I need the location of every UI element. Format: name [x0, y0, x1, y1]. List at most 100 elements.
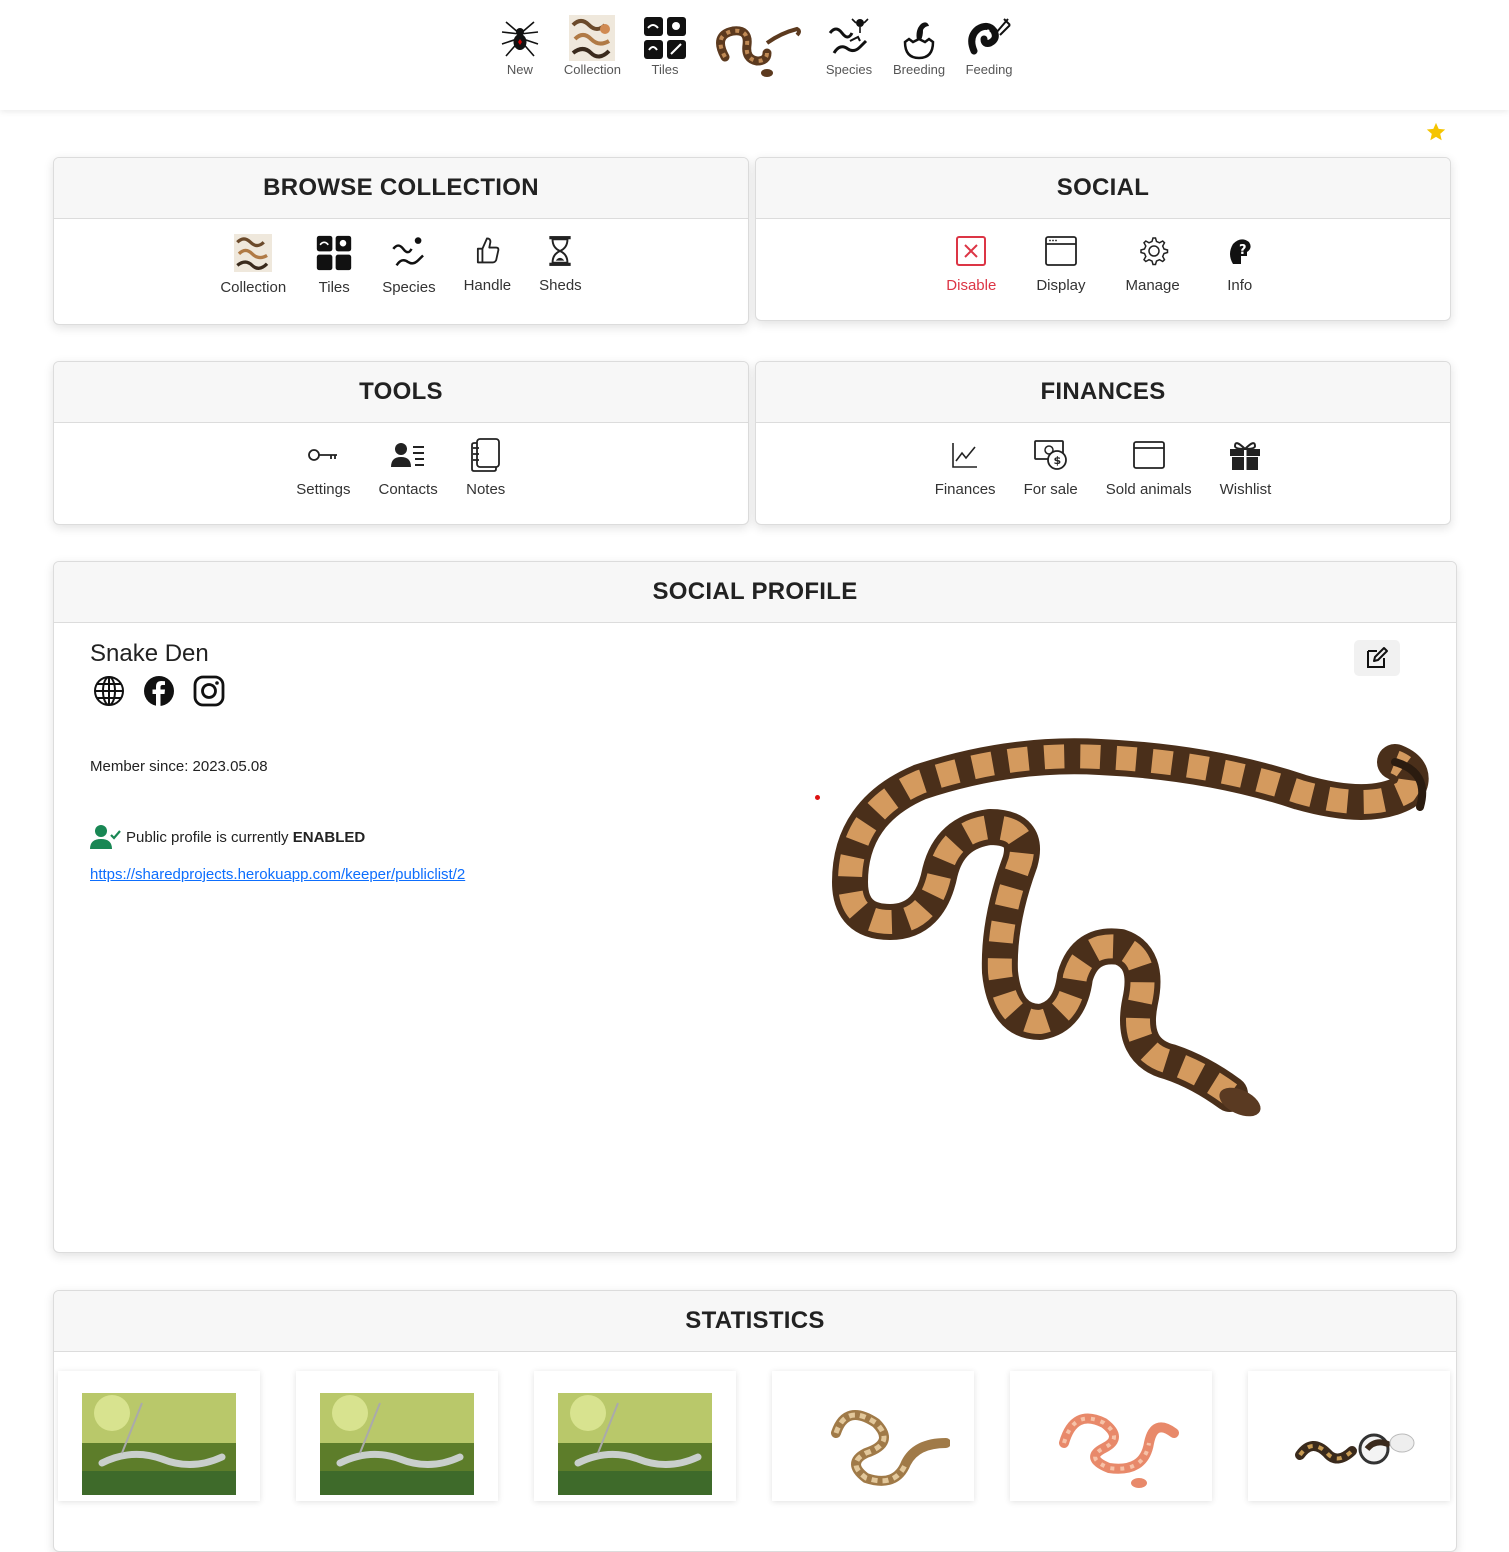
hatching-egg-icon	[895, 14, 943, 62]
spider-icon	[496, 14, 544, 62]
instagram-icon[interactable]	[192, 674, 226, 708]
stat-item[interactable]	[534, 1371, 736, 1501]
edit-icon	[1367, 647, 1388, 668]
nav-label: Species	[825, 62, 873, 77]
thumbs-up-icon	[467, 231, 507, 271]
nav-label: Feeding	[965, 62, 1013, 77]
window-icon	[1041, 231, 1081, 271]
finances-wishlist-button[interactable]: Wishlist	[1219, 435, 1272, 498]
finances-items: Finances $ For sale Sold animals Wishlis…	[756, 423, 1450, 498]
social-items: Disable Display Manage ? Info	[756, 219, 1450, 294]
card-title: BROWSE COLLECTION	[54, 158, 748, 219]
hourglass-icon	[540, 231, 580, 271]
question-head-icon: ?	[1220, 231, 1260, 271]
snake-logo[interactable]	[711, 14, 803, 84]
edit-profile-button[interactable]	[1354, 640, 1400, 676]
tools-notes-button[interactable]: Notes	[466, 435, 506, 498]
profile-snake-image	[832, 738, 1429, 1117]
nav-label: Breeding	[893, 62, 946, 77]
green-snake-photo	[320, 1393, 474, 1495]
nav-label: New	[506, 62, 533, 77]
collection-snakes-icon	[233, 233, 273, 273]
gear-icon	[1133, 231, 1173, 271]
svg-text:?: ?	[1239, 243, 1247, 258]
card-title: TOOLS	[54, 362, 748, 423]
top-navbar: New Collection Tiles Species Breeding Fe…	[0, 0, 1509, 110]
browse-sheds-button[interactable]: Sheds	[539, 231, 582, 294]
tool-label: Settings	[296, 481, 351, 498]
collection-snakes-icon	[568, 14, 616, 62]
tan-python-photo	[796, 1393, 950, 1495]
tool-label: Manage	[1125, 277, 1180, 294]
nav-label: Collection	[563, 62, 622, 77]
social-info-button[interactable]: ? Info	[1220, 231, 1260, 294]
tool-label: Species	[382, 279, 436, 296]
stat-item[interactable]	[58, 1371, 260, 1501]
nav-collection[interactable]: Collection	[554, 14, 631, 77]
nav-feeding[interactable]: Feeding	[955, 14, 1023, 77]
star-icon[interactable]	[1425, 121, 1447, 143]
nav-breeding[interactable]: Breeding	[883, 14, 955, 77]
social-display-button[interactable]: Display	[1036, 231, 1086, 294]
x-square-icon	[951, 231, 991, 271]
notes-icon	[466, 435, 506, 475]
tool-label: Info	[1227, 277, 1253, 294]
profile-name: Snake Den	[90, 640, 209, 667]
finances-for-sale-button[interactable]: $ For sale	[1024, 435, 1078, 498]
tools-card: TOOLS Settings Contacts Notes	[53, 361, 749, 525]
nav-items: New Collection Tiles Species Breeding Fe…	[486, 14, 1023, 84]
nav-species[interactable]: Species	[815, 14, 883, 77]
indicator-dot	[815, 795, 820, 800]
tool-label: Handle	[463, 277, 512, 294]
card-title: STATISTICS	[54, 1291, 1456, 1352]
tool-label: Contacts	[378, 481, 438, 498]
tiles-icon	[314, 233, 354, 273]
tools-items: Settings Contacts Notes	[54, 423, 748, 498]
tool-label: Sheds	[539, 277, 582, 294]
finances-finances-button[interactable]: Finances	[935, 435, 996, 498]
nav-tiles[interactable]: Tiles	[631, 14, 699, 77]
tool-label: Collection	[220, 279, 287, 296]
public-status-value: ENABLED	[292, 828, 366, 846]
cash-icon: $	[1031, 435, 1071, 475]
card-title: FINANCES	[756, 362, 1450, 423]
green-snake-photo	[82, 1393, 236, 1495]
social-manage-button[interactable]: Manage	[1126, 231, 1180, 294]
stat-item[interactable]	[1248, 1371, 1450, 1501]
tool-label: Sold animals	[1105, 481, 1192, 498]
tools-settings-button[interactable]: Settings	[296, 435, 351, 498]
social-card: SOCIAL Disable Display Manage ? Info	[755, 157, 1451, 321]
globe-icon[interactable]	[92, 674, 126, 708]
gift-icon	[1225, 435, 1265, 475]
browse-species-button[interactable]: Species	[382, 231, 436, 296]
browse-collection-button[interactable]: Collection	[220, 231, 286, 296]
social-disable-button[interactable]: Disable	[946, 231, 996, 294]
tool-label: Notes	[466, 481, 506, 498]
social-profile-card: SOCIAL PROFILE Snake Den Member since: 2…	[53, 561, 1457, 1253]
card-title: SOCIAL PROFILE	[54, 562, 1456, 623]
public-list-link[interactable]: https://sharedprojects.herokuapp.com/kee…	[90, 866, 465, 883]
tool-label: Wishlist	[1219, 481, 1272, 498]
nav-label: Tiles	[651, 62, 679, 77]
member-since: Member since: 2023.05.08	[90, 758, 268, 775]
green-snake-photo	[558, 1393, 712, 1495]
tools-contacts-button[interactable]: Contacts	[379, 435, 438, 498]
key-icon	[303, 435, 343, 475]
facebook-icon[interactable]	[142, 674, 176, 708]
browse-tiles-button[interactable]: Tiles	[314, 231, 354, 296]
tool-label: Finances	[934, 481, 996, 498]
browse-handle-button[interactable]: Handle	[463, 231, 512, 294]
stat-item[interactable]	[772, 1371, 974, 1501]
public-profile-status: Public profile is currently ENABLED	[90, 824, 365, 850]
tool-label: Disable	[946, 277, 997, 294]
card-title: SOCIAL	[756, 158, 1450, 219]
nav-new[interactable]: New	[486, 14, 554, 77]
line-chart-icon	[945, 435, 985, 475]
statistics-card: STATISTICS	[53, 1290, 1457, 1552]
stat-item[interactable]	[296, 1371, 498, 1501]
finances-sold-animals-button[interactable]: Sold animals	[1106, 435, 1192, 498]
stat-item[interactable]	[1010, 1371, 1212, 1501]
orange-corn-snake-photo	[1034, 1393, 1188, 1495]
browse-items: Collection Tiles Species Handle Sheds	[54, 219, 748, 296]
tool-label: For sale	[1023, 481, 1078, 498]
